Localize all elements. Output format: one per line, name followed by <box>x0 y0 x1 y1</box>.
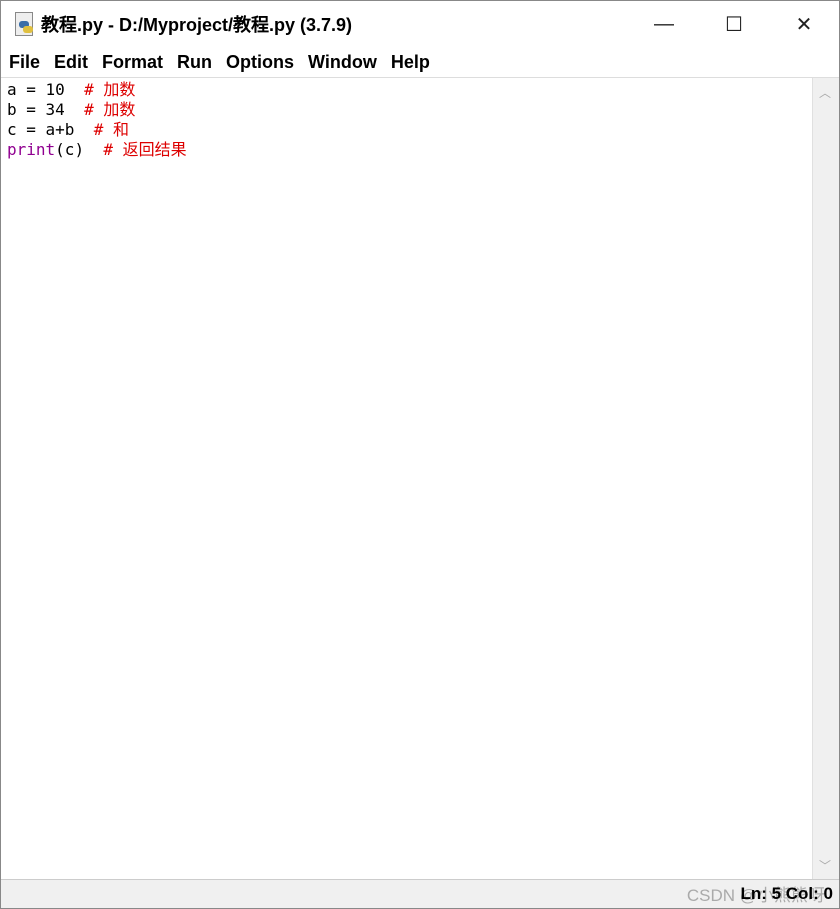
comment: # 加数 <box>84 100 136 119</box>
comment: # 和 <box>93 120 129 139</box>
minimize-icon: — <box>654 12 674 35</box>
title-bar: 教程.py - D:/Myproject/教程.py (3.7.9) — ☐ ✕ <box>1 1 839 47</box>
code-text: (c) <box>55 140 104 159</box>
menu-help[interactable]: Help <box>391 52 430 73</box>
code-line: b = 34 # 加数 <box>7 100 807 120</box>
idle-editor-window: 教程.py - D:/Myproject/教程.py (3.7.9) — ☐ ✕… <box>0 0 840 909</box>
code-text: a = 10 <box>7 80 85 99</box>
chevron-down-icon[interactable]: ﹀ <box>819 857 831 874</box>
menu-run[interactable]: Run <box>177 52 212 73</box>
code-text: c = a+b <box>7 120 94 139</box>
status-bar: CSDN @小熊熊呀 Ln: 5 Col: 0 <box>1 879 839 908</box>
maximize-icon: ☐ <box>725 13 743 36</box>
close-button[interactable]: ✕ <box>769 1 839 47</box>
menu-file[interactable]: File <box>9 52 40 73</box>
chevron-up-icon[interactable]: ︿ <box>819 84 831 101</box>
vertical-scrollbar[interactable]: ︿ ﹀ <box>812 78 839 880</box>
maximize-button[interactable]: ☐ <box>699 1 769 47</box>
window-title: 教程.py - D:/Myproject/教程.py (3.7.9) <box>41 15 353 35</box>
comment: # 加数 <box>84 80 136 99</box>
menu-window[interactable]: Window <box>308 52 377 73</box>
code-text: b = 34 <box>7 100 85 119</box>
code-line: c = a+b # 和 <box>7 120 807 140</box>
menu-edit[interactable]: Edit <box>54 52 88 73</box>
menu-options[interactable]: Options <box>226 52 294 73</box>
code-editor[interactable]: a = 10 # 加数 b = 34 # 加数 c = a+b # 和 prin… <box>2 78 812 880</box>
python-file-icon <box>13 12 35 36</box>
minimize-button[interactable]: — <box>629 1 699 47</box>
code-line: print(c) # 返回结果 <box>7 140 807 160</box>
menu-bar: File Edit Format Run Options Window Help <box>1 47 839 78</box>
menu-format[interactable]: Format <box>102 52 163 73</box>
comment: # 返回结果 <box>103 140 187 159</box>
code-line: a = 10 # 加数 <box>7 80 807 100</box>
keyword: print <box>7 140 56 159</box>
close-icon: ✕ <box>795 13 813 36</box>
cursor-position: Ln: 5 Col: 0 <box>740 884 833 903</box>
